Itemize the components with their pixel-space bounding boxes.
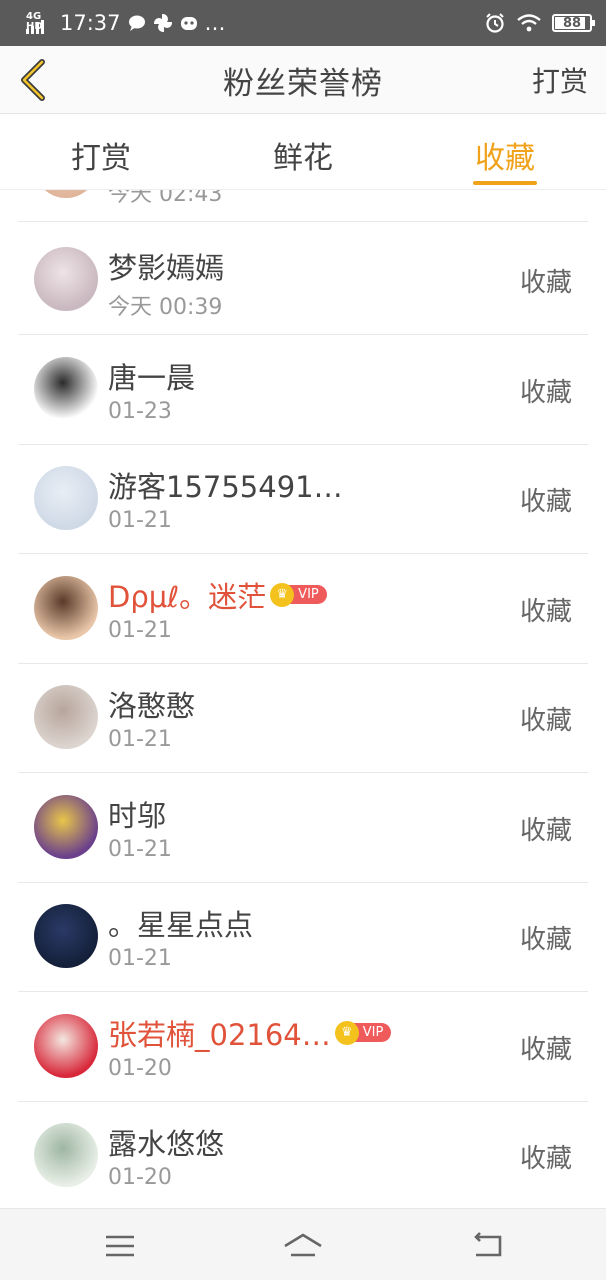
clock: 17:37 (60, 11, 121, 35)
list-item[interactable]: 游客15755491… 01-21 收藏 (18, 444, 588, 554)
item-time: 今天 00:39 (108, 295, 223, 320)
tab-favorites[interactable]: 收藏 (404, 115, 606, 189)
item-name: 游客15755491… (108, 464, 343, 506)
avatar[interactable] (34, 1123, 98, 1187)
list-item[interactable]: 张若楠_02164… ♛ VIP 01-20 收藏 (18, 992, 588, 1102)
page-title: 粉丝荣誉榜 (223, 66, 383, 102)
item-time: 今天 02:43 (108, 190, 223, 207)
item-time: 01-20 (108, 1165, 172, 1190)
reward-button[interactable]: 打赏 (532, 60, 588, 100)
item-name-text: 游客15755491… (108, 470, 343, 504)
item-action-label: 收藏 (519, 1034, 572, 1065)
crown-icon: ♛ (270, 582, 295, 607)
signal-icon: 4G HD (26, 12, 54, 34)
pinwheel-icon (153, 13, 172, 33)
item-time: 01-21 (108, 508, 172, 533)
list-item[interactable]: 今天 02:43 (18, 190, 588, 222)
item-time: 01-21 (108, 836, 172, 862)
tab-bar: 打赏 鲜花 收藏 (0, 115, 606, 190)
list-item[interactable]: 。星星点点 01-21 收藏 (18, 882, 588, 992)
system-nav-bar (0, 1208, 606, 1280)
battery-level: 88 (562, 15, 582, 31)
avatar[interactable] (34, 247, 98, 311)
item-time: 01-20 (108, 1055, 172, 1081)
app-header: 粉丝荣誉榜 打赏 (0, 46, 606, 114)
item-name-text: Dρμℓ。迷茫 (108, 579, 267, 614)
item-time: 01-21 (108, 727, 172, 752)
avatar (34, 190, 98, 198)
list-item[interactable]: 洛憨憨 01-21 收藏 (18, 663, 588, 773)
wifi-icon (517, 14, 541, 32)
item-time: 01-21 (108, 946, 172, 971)
item-name: 梦影嫣嫣 (108, 245, 224, 287)
crown-icon: ♛ (334, 1020, 359, 1045)
list-item[interactable]: 时邬 01-21 收藏 (18, 773, 588, 883)
item-name-text: 梦影嫣嫣 (108, 251, 225, 285)
item-name-text: 时邬 (108, 798, 167, 833)
tab-flowers[interactable]: 鲜花 (202, 115, 404, 189)
more-indicator: … (204, 11, 226, 35)
avatar[interactable] (34, 356, 98, 421)
tab-reward[interactable]: 打赏 (0, 115, 202, 189)
fan-list: 今天 02:43 梦影嫣嫣 今天 00:39 收藏 唐一晨 01-23 收藏 游客15755… (0, 190, 606, 1208)
list-item[interactable]: Dρμℓ。迷茫 ♛ VIP 01-21 收藏 (18, 554, 588, 664)
back-icon[interactable] (468, 1229, 508, 1263)
avatar[interactable] (34, 794, 98, 859)
item-action-label: 收藏 (519, 377, 572, 408)
item-name: 洛憨憨 (108, 683, 195, 725)
item-time: 01-23 (108, 398, 172, 424)
item-name: 张若楠_02164… ♛ VIP (108, 1012, 392, 1054)
avatar[interactable] (34, 904, 98, 968)
list-item[interactable]: 唐一晨 01-23 收藏 (18, 335, 588, 445)
list-item[interactable]: 梦影嫣嫣今天 00:39 收藏 (18, 225, 588, 335)
item-name-text: 洛憨憨 (108, 689, 196, 723)
item-action-label: 收藏 (519, 487, 572, 517)
vip-badge: ♛ VIP (334, 1020, 392, 1045)
item-name: 时邬 (108, 793, 166, 835)
app-icon (180, 17, 197, 30)
item-action-label: 收藏 (519, 596, 572, 627)
list-item[interactable]: 露水悠悠 01-20 收藏 (18, 1101, 588, 1208)
item-action-label: 收藏 (519, 706, 572, 736)
message-icon (128, 15, 145, 31)
alarm-icon (486, 13, 504, 33)
item-name: 。星星点点 (108, 902, 253, 944)
avatar[interactable] (34, 575, 98, 640)
battery-icon: 88 (552, 14, 595, 32)
home-icon[interactable] (283, 1229, 323, 1263)
item-name-text: 张若楠_02164… (108, 1017, 331, 1052)
item-name: Dρμℓ。迷茫 ♛ VIP (108, 574, 327, 616)
item-name: 唐一晨 (108, 355, 195, 397)
avatar[interactable] (34, 1013, 98, 1078)
item-action-label: 收藏 (519, 925, 572, 955)
item-action-label: 收藏 (519, 815, 572, 846)
vip-badge: ♛ VIP (270, 582, 327, 607)
status-bar: 4G HD 17:37 … 88 (0, 0, 606, 46)
avatar[interactable] (34, 685, 98, 749)
item-name-text: 露水悠悠 (108, 1127, 225, 1161)
avatar[interactable] (34, 466, 98, 530)
item-name-text: 。星星点点 (108, 908, 254, 942)
item-action-label: 收藏 (519, 1144, 572, 1174)
menu-icon[interactable] (100, 1229, 140, 1263)
item-time: 01-21 (108, 617, 172, 643)
item-name: 露水悠悠 (108, 1121, 224, 1163)
item-name-text: 唐一晨 (108, 360, 196, 395)
item-action-label: 收藏 (519, 268, 572, 298)
